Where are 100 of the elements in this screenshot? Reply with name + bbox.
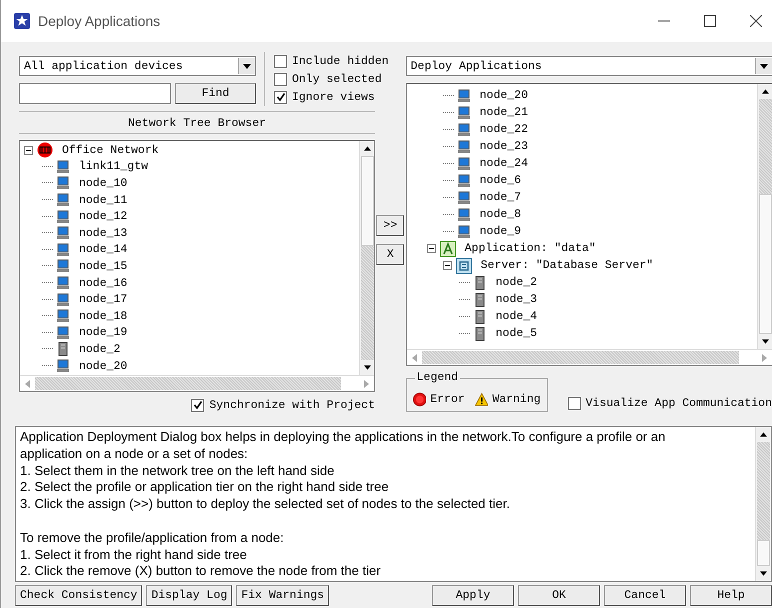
- tree-item[interactable]: node_11: [78, 194, 128, 207]
- help-text-line: 2. Select the profile or application tier on the right hand side tree: [20, 479, 389, 494]
- tree-item[interactable]: node_19: [78, 326, 128, 340]
- dropdown-arrow-icon: [243, 64, 251, 68]
- scroll-thumb[interactable]: [360, 156, 374, 246]
- scroll-down-icon[interactable]: [760, 571, 767, 576]
- scroll-up-icon[interactable]: [760, 432, 767, 437]
- remove-button[interactable]: X: [376, 244, 404, 265]
- deploy-mode-dropdown[interactable]: Deploy Applications: [406, 56, 772, 76]
- tree-item[interactable]: node_7: [478, 191, 522, 204]
- tree-item[interactable]: node_4: [494, 310, 538, 323]
- scroll-thumb[interactable]: [757, 540, 770, 566]
- action-button[interactable]: Fix Warnings: [236, 585, 330, 606]
- tree-item[interactable]: Office Network: [61, 144, 160, 157]
- collapse-toggle-icon[interactable]: [442, 261, 452, 270]
- scroll-right-icon[interactable]: [364, 380, 369, 388]
- help-text-line: 1. Select it from the right hand side tree: [20, 546, 247, 562]
- tree-item[interactable]: node_17: [78, 293, 128, 306]
- search-field[interactable]: [19, 83, 171, 104]
- checkbox[interactable]: [274, 72, 287, 86]
- action-button[interactable]: Check Consistency: [15, 585, 142, 606]
- assign-button[interactable]: >>: [376, 215, 404, 236]
- tree-item[interactable]: node_6: [478, 174, 522, 187]
- close-icon[interactable]: [750, 15, 762, 27]
- tree-item[interactable]: link11_gtw: [78, 160, 150, 174]
- tree-item[interactable]: node_13: [78, 226, 128, 240]
- vertical-scrollbar[interactable]: [755, 427, 771, 581]
- error-icon: [412, 392, 426, 406]
- tree-item[interactable]: node_2: [78, 342, 122, 356]
- computer-icon: [56, 242, 70, 257]
- tree-item[interactable]: node_24: [478, 157, 529, 170]
- computer-icon: [456, 88, 471, 102]
- scroll-thumb[interactable]: [758, 194, 772, 334]
- action-button[interactable]: Display Log: [146, 585, 232, 606]
- scroll-right-icon[interactable]: [762, 354, 767, 362]
- checkbox-label: Include hidden: [292, 54, 389, 68]
- scroll-left-icon[interactable]: [412, 354, 417, 362]
- tree-item[interactable]: node_20: [478, 89, 529, 102]
- tree-item[interactable]: node_12: [78, 210, 128, 224]
- monitor-icon: [56, 160, 70, 174]
- vertical-scrollbar[interactable]: [359, 141, 374, 375]
- tree-item[interactable]: node_10: [78, 176, 128, 190]
- application-icon: [440, 240, 456, 256]
- tree-item[interactable]: node_20: [78, 360, 128, 373]
- checkbox-label: Visualize App Communication: [586, 396, 772, 410]
- help-text-line: 2. Click the remove (X) button to remove the node from the tier: [20, 563, 381, 578]
- dialog-button[interactable]: Help: [690, 585, 772, 606]
- warning-icon: [474, 392, 488, 406]
- app-icon: [14, 13, 30, 29]
- computer-icon: [456, 156, 471, 170]
- computer-icon: [56, 226, 70, 240]
- tree-item[interactable]: node_14: [78, 243, 128, 256]
- checkbox[interactable]: [274, 90, 287, 104]
- dialog-button[interactable]: OK: [518, 585, 600, 606]
- tree-item[interactable]: node_8: [478, 208, 522, 221]
- computer-icon: [56, 176, 70, 190]
- server-icon: [472, 326, 487, 340]
- device-filter-dropdown[interactable]: All application devices: [19, 56, 256, 76]
- tree-item[interactable]: node_15: [78, 260, 128, 273]
- computer-icon: [456, 190, 471, 204]
- checkbox[interactable]: [191, 398, 204, 412]
- tree-item[interactable]: node_9: [478, 225, 522, 238]
- tree-item[interactable]: node_21: [478, 106, 529, 119]
- network-icon: [37, 142, 53, 158]
- vertical-scrollbar[interactable]: [757, 84, 772, 349]
- collapse-toggle-icon[interactable]: [24, 146, 33, 155]
- checkbox-label: Ignore views: [292, 90, 375, 104]
- scroll-up-icon[interactable]: [762, 89, 768, 94]
- tree-item[interactable]: node_3: [494, 293, 538, 306]
- tree-item[interactable]: node_16: [78, 276, 128, 290]
- tree-item[interactable]: node_23: [478, 140, 529, 153]
- tree-item[interactable]: node_5: [494, 327, 538, 340]
- tree-item[interactable]: node_18: [78, 310, 128, 323]
- collapse-toggle-icon[interactable]: [426, 244, 436, 253]
- checkbox[interactable]: [568, 396, 581, 410]
- checkbox-label: Only selected: [292, 72, 382, 86]
- tree-item[interactable]: node_2: [494, 276, 538, 289]
- computer-icon: [456, 122, 471, 136]
- legend-title: Legend: [414, 371, 460, 384]
- checkbox[interactable]: [274, 54, 287, 68]
- scroll-down-icon[interactable]: [364, 365, 370, 370]
- tree-item[interactable]: Server: "Database Server": [480, 259, 654, 272]
- maximize-icon[interactable]: [704, 15, 716, 27]
- computer-icon: [56, 309, 70, 324]
- tree-item[interactable]: Application: "data": [464, 242, 597, 255]
- computer-icon: [56, 210, 70, 224]
- legend-label: Warning: [492, 392, 541, 406]
- help-text-line: 1. Select them in the network tree on the left hand side: [20, 462, 334, 478]
- scroll-down-icon[interactable]: [762, 339, 768, 344]
- dialog-button[interactable]: Apply: [432, 585, 514, 606]
- help-text-line: To remove the profile/application from a node:: [20, 530, 284, 545]
- tree-item[interactable]: node_22: [478, 123, 529, 136]
- scroll-left-icon[interactable]: [25, 380, 30, 388]
- server-icon: [472, 276, 487, 290]
- dialog-button[interactable]: Cancel: [604, 585, 686, 606]
- horizontal-scrollbar[interactable]: [20, 375, 374, 391]
- scroll-up-icon[interactable]: [364, 146, 370, 151]
- find-button[interactable]: Find: [175, 83, 256, 104]
- computer-icon: [456, 224, 471, 238]
- horizontal-scrollbar[interactable]: [406, 349, 772, 365]
